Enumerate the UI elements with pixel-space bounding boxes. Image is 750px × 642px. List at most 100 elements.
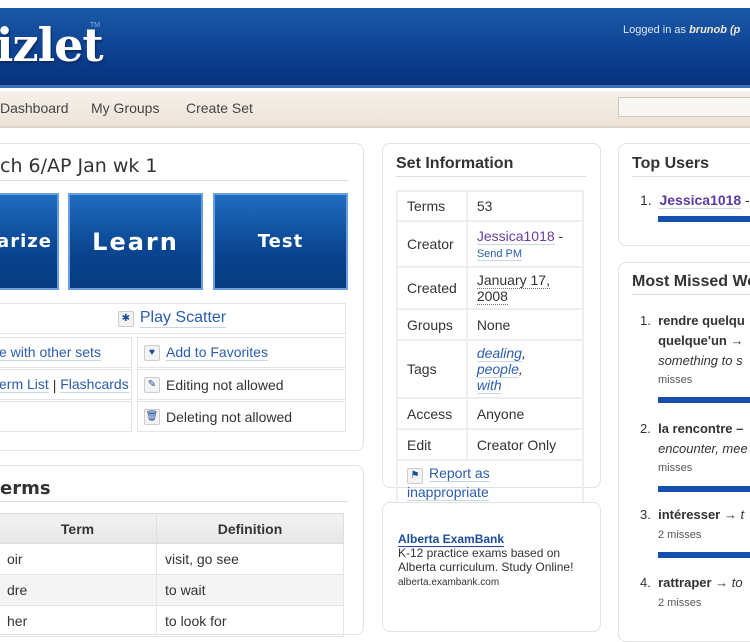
tag-link[interactable]: with — [476, 377, 502, 394]
missed-word: quelque'un → — [658, 333, 744, 348]
nav-bar: Dashboard My Groups Create Set — [0, 91, 750, 128]
pencil-icon: ✎ — [144, 376, 160, 393]
missed-word: la rencontre – — [658, 421, 744, 436]
rank: 3. — [640, 507, 651, 522]
missed-definition: t — [740, 507, 745, 522]
tag-link[interactable]: dealing — [476, 345, 522, 362]
terms-title: erms — [0, 478, 348, 502]
table-row: dre to wait — [0, 574, 344, 606]
missed-item: 4. rattraper → to — [640, 575, 743, 590]
set-title: ch 6/AP Jan wk 1 — [0, 155, 348, 181]
terms-label: Terms — [396, 190, 468, 222]
top-user-bar — [658, 216, 750, 222]
play-scatter-link[interactable]: Play Scatter — [139, 309, 227, 328]
login-label: Logged in as — [623, 24, 686, 36]
nav-my-groups[interactable]: My Groups — [91, 100, 159, 116]
set-info-table: Terms 53 Creator Jessica1018 - Send PM Crea… — [396, 190, 585, 506]
miss-count: misses — [658, 462, 693, 474]
separator: | — [52, 376, 57, 393]
rank: 1. — [640, 313, 651, 328]
combine-link[interactable]: e with other sets — [0, 344, 101, 361]
missed-word: rattraper → — [658, 575, 729, 590]
username-link[interactable]: brunob (p — [689, 24, 740, 36]
ad: Alberta ExamBank K-12 practice exams bas… — [398, 532, 573, 590]
miss-count: misses — [658, 374, 693, 386]
score-sep: - — [745, 192, 750, 208]
table-row: oir visit, go see — [0, 543, 344, 575]
tags-label: Tags — [396, 339, 468, 399]
creator-label: Creator — [396, 220, 468, 268]
term-list-link[interactable]: erm List — [0, 376, 49, 393]
access-label: Access — [396, 397, 468, 430]
tag-sep: , — [518, 361, 523, 377]
miss-count: 2 misses — [658, 529, 702, 541]
play-scatter-button[interactable]: ✱ Play Scatter — [0, 303, 346, 334]
favorites-cell: ♥ Add to Favorites — [137, 337, 346, 368]
definition-cell: to look for — [156, 605, 344, 637]
top-user-item: 1. Jessica1018 - — [640, 192, 750, 209]
combine-cell: e with other sets — [0, 337, 132, 368]
miss-bar — [658, 552, 750, 558]
learn-button[interactable]: Learn — [68, 193, 203, 290]
add-favorites-link[interactable]: Add to Favorites — [166, 344, 268, 361]
groups-label: Groups — [396, 308, 468, 341]
term-header: Term — [0, 513, 157, 544]
trash-icon: 🗑 — [144, 408, 160, 425]
terms-table: Term Definition oir visit, go see dre to wa… — [0, 513, 344, 637]
tag-sep: , — [521, 345, 526, 361]
rank: 4. — [640, 575, 651, 590]
top-users-title: Top Users — [632, 155, 750, 177]
rank: 1. — [640, 192, 652, 208]
definition-header: Definition — [156, 513, 344, 544]
logo[interactable]: izlet — [0, 18, 104, 72]
definition-cell: visit, go see — [156, 543, 344, 575]
table-row: her to look for — [0, 605, 344, 637]
ad-url: alberta.exambank.com — [398, 577, 500, 588]
definition-cell: to wait — [156, 574, 344, 606]
set-info-title: Set Information — [396, 155, 586, 177]
editing-status: Editing not allowed — [166, 376, 284, 393]
miss-bar — [658, 397, 750, 403]
flashcards-link[interactable]: Flashcards — [60, 376, 129, 393]
term-cell: her — [0, 605, 157, 637]
missed-word: intéresser → — [658, 507, 737, 522]
miss-bar — [658, 486, 750, 492]
scatter-icon: ✱ — [117, 310, 134, 327]
heart-icon: ♥ — [144, 344, 160, 361]
flag-icon: ⚑ — [407, 468, 423, 484]
edit-label: Edit — [396, 428, 468, 461]
edit-value: Creator Only — [465, 428, 585, 461]
editing-cell: ✎ Editing not allowed — [137, 369, 346, 400]
missed-definition: something to s — [658, 353, 743, 368]
top-user-link[interactable]: Jessica1018 — [659, 192, 742, 209]
search-input[interactable] — [618, 97, 750, 117]
created-label: Created — [396, 266, 468, 310]
ad-title-link[interactable]: Alberta ExamBank — [398, 532, 505, 547]
trademark: TM — [90, 22, 101, 29]
send-pm-link[interactable]: Send PM — [476, 248, 523, 261]
nav-create-set[interactable]: Create Set — [186, 100, 253, 116]
missed-item: 3. intéresser → t — [640, 507, 744, 522]
header: izlet TM Logged in as brunob (p — [0, 8, 750, 88]
rank: 2. — [640, 421, 651, 436]
deleting-status: Deleting not allowed — [166, 408, 293, 425]
ad-text: Alberta curriculum. Study Online! — [398, 560, 574, 574]
miss-count: 2 misses — [658, 597, 702, 609]
most-missed-title: Most Missed Wo — [632, 273, 750, 295]
tag-link[interactable]: people — [476, 361, 519, 378]
groups-value: None — [465, 308, 585, 341]
created-date: January 17, 2008 — [476, 272, 550, 305]
missed-item: 2. la rencontre – encounter, mee — [640, 419, 748, 459]
creator-link[interactable]: Jessica1018 — [476, 228, 555, 245]
missed-definition: encounter, mee — [658, 441, 748, 456]
test-button[interactable]: Test — [213, 193, 348, 290]
empty-cell — [0, 401, 132, 432]
familiarize-button[interactable]: arize — [0, 193, 59, 290]
dash: - — [558, 228, 564, 244]
export-cell: erm List | Flashcards — [0, 369, 132, 400]
missed-item: 1. rendre quelqu quelque'un → something … — [640, 311, 745, 371]
terms-count: 53 — [465, 190, 585, 222]
nav-dashboard[interactable]: Dashboard — [0, 100, 69, 116]
missed-definition: to — [731, 575, 743, 590]
term-cell: oir — [0, 543, 157, 575]
